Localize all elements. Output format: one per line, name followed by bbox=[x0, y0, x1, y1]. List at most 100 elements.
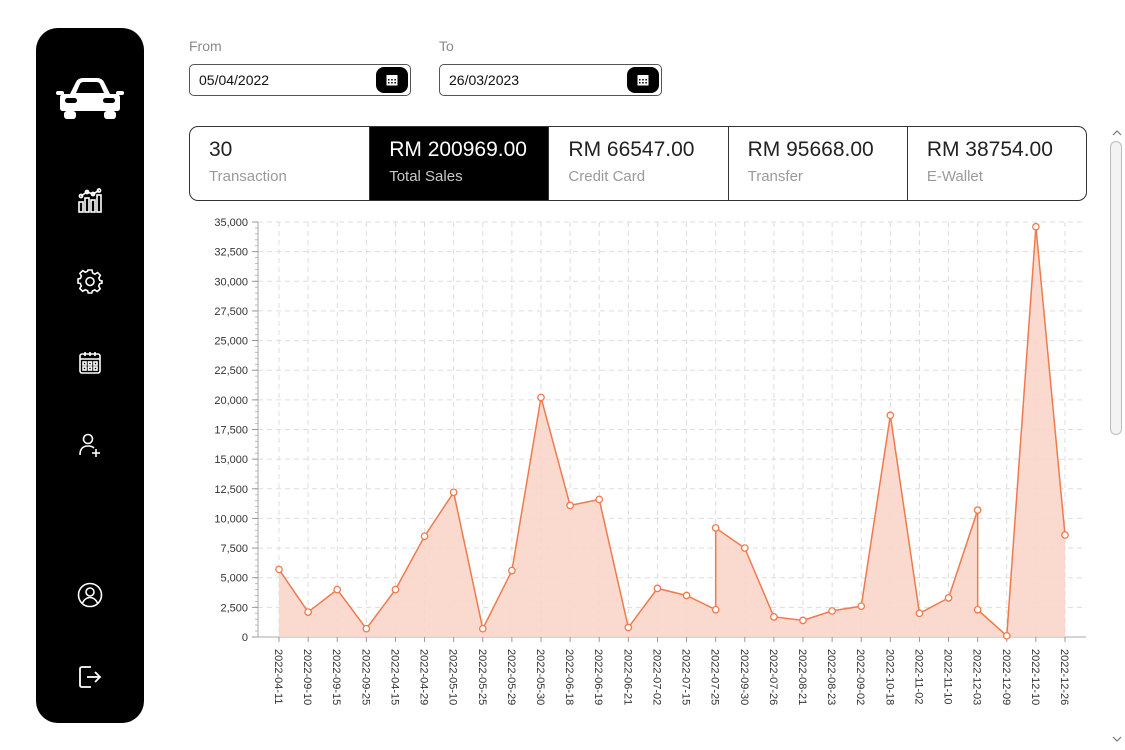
settings-gear-icon[interactable] bbox=[36, 268, 144, 294]
data-point bbox=[944, 594, 953, 602]
scroll-down-arrow-icon[interactable] bbox=[1108, 732, 1125, 746]
to-date-input[interactable] bbox=[449, 72, 619, 88]
data-point bbox=[420, 532, 429, 541]
x-tick-label: 2022-12-26 bbox=[1058, 649, 1070, 705]
scroll-up-arrow-icon[interactable] bbox=[1108, 126, 1125, 140]
x-tick-label: 2022-11-10 bbox=[942, 649, 954, 704]
to-label: To bbox=[439, 38, 454, 54]
car-logo-icon bbox=[36, 74, 144, 120]
logout-icon[interactable] bbox=[36, 664, 144, 690]
x-tick-label: 2022-06-19 bbox=[592, 649, 604, 705]
stat-value: 30 bbox=[209, 138, 233, 161]
x-tick-label: 2022-04-11 bbox=[272, 649, 284, 704]
data-point bbox=[1061, 531, 1069, 539]
stat-label: Transfer bbox=[747, 168, 803, 185]
data-point bbox=[362, 624, 371, 633]
y-tick-label: 30,000 bbox=[214, 276, 248, 288]
data-point bbox=[566, 501, 574, 510]
x-tick-label: 2022-05-25 bbox=[476, 649, 488, 705]
x-tick-label: 2022-12-10 bbox=[1029, 649, 1041, 705]
data-point bbox=[624, 623, 633, 632]
x-tick-label: 2022-07-25 bbox=[709, 649, 721, 705]
calendar-icon bbox=[637, 75, 649, 86]
stat-transaction[interactable]: 30 Transaction bbox=[190, 127, 369, 200]
y-tick-label: 12,500 bbox=[214, 484, 248, 496]
data-point bbox=[682, 591, 691, 600]
data-point bbox=[740, 544, 749, 552]
x-tick-label: 2022-09-02 bbox=[854, 649, 866, 705]
data-point bbox=[973, 605, 982, 614]
x-tick-label: 2022-12-03 bbox=[971, 649, 983, 705]
summary-stats-bar: 30 Transaction RM 200969.00 Total Sales … bbox=[189, 126, 1087, 201]
x-tick-label: 2022-04-29 bbox=[418, 649, 430, 705]
data-point bbox=[770, 612, 778, 621]
y-tick-label: 7,500 bbox=[220, 543, 248, 555]
y-tick-label: 35,000 bbox=[214, 217, 248, 229]
series-area-fill bbox=[279, 226, 1065, 637]
data-point bbox=[799, 616, 807, 625]
y-tick-label: 15,000 bbox=[214, 454, 248, 466]
y-tick-label: 20,000 bbox=[214, 395, 248, 407]
stat-label: E-Wallet bbox=[926, 168, 983, 185]
data-point bbox=[1032, 222, 1040, 231]
data-point bbox=[333, 585, 342, 594]
x-tick-label: 2022-11-02 bbox=[912, 649, 924, 704]
x-tick-label: 2022-06-21 bbox=[621, 649, 633, 705]
data-point bbox=[595, 495, 604, 504]
stat-e-wallet[interactable]: RM 38754.00 E-Wallet bbox=[906, 127, 1086, 200]
stat-label: Credit Card bbox=[568, 168, 646, 185]
from-date-picker-button[interactable] bbox=[376, 67, 408, 93]
data-point bbox=[711, 524, 720, 532]
from-date-field bbox=[189, 64, 411, 96]
x-tick-label: 2022-08-23 bbox=[825, 649, 837, 705]
data-point bbox=[1002, 631, 1011, 640]
calendar-icon[interactable] bbox=[36, 350, 144, 376]
y-tick-label: 0 bbox=[242, 632, 248, 644]
stat-value: RM 38754.00 bbox=[926, 138, 1053, 161]
y-tick-label: 2,500 bbox=[220, 602, 248, 614]
y-tick-label: 22,500 bbox=[214, 365, 248, 377]
stat-total-sales[interactable]: RM 200969.00 Total Sales bbox=[369, 127, 549, 200]
y-tick-label: 10,000 bbox=[214, 513, 248, 525]
y-tick-label: 32,500 bbox=[214, 247, 248, 259]
y-tick-label: 25,000 bbox=[214, 336, 248, 348]
x-tick-label: 2022-05-29 bbox=[505, 649, 517, 705]
data-point bbox=[886, 411, 895, 420]
x-tick-label: 2022-07-26 bbox=[767, 649, 779, 705]
series-line bbox=[278, 226, 1066, 638]
add-user-icon[interactable] bbox=[36, 432, 144, 458]
to-date-picker-button[interactable] bbox=[627, 67, 659, 93]
to-date-field bbox=[439, 64, 662, 96]
x-tick-label: 2022-04-15 bbox=[388, 649, 400, 705]
scrollbar-thumb[interactable] bbox=[1110, 141, 1122, 435]
y-tick-label: 17,500 bbox=[214, 425, 248, 437]
profile-icon[interactable] bbox=[36, 582, 144, 608]
data-point bbox=[653, 584, 662, 593]
from-label: From bbox=[189, 38, 222, 54]
data-point bbox=[275, 565, 283, 574]
x-tick-label: 2022-09-30 bbox=[738, 649, 750, 705]
stat-transfer[interactable]: RM 95668.00 Transfer bbox=[727, 127, 907, 200]
x-tick-label: 2022-05-10 bbox=[447, 649, 459, 705]
data-point bbox=[915, 609, 924, 618]
stat-credit-card[interactable]: RM 66547.00 Credit Card bbox=[548, 127, 727, 200]
data-point bbox=[973, 506, 982, 514]
data-point bbox=[478, 624, 487, 633]
from-date-input[interactable] bbox=[199, 72, 369, 88]
x-tick-label: 2022-08-21 bbox=[796, 649, 808, 705]
x-tick-label: 2022-09-25 bbox=[359, 649, 371, 705]
data-point bbox=[711, 605, 720, 614]
x-tick-label: 2022-10-18 bbox=[883, 649, 895, 705]
x-tick-label: 2022-05-30 bbox=[534, 649, 546, 705]
y-tick-label: 5,000 bbox=[220, 573, 248, 585]
x-tick-label: 2022-12-09 bbox=[1000, 649, 1012, 705]
stat-value: RM 66547.00 bbox=[568, 138, 695, 161]
stat-value: RM 200969.00 bbox=[389, 138, 527, 161]
x-tick-label: 2022-07-15 bbox=[680, 649, 692, 705]
calendar-icon bbox=[386, 75, 398, 86]
data-point bbox=[449, 488, 458, 497]
dashboard-chart-icon[interactable] bbox=[36, 188, 144, 214]
data-point bbox=[537, 393, 545, 402]
vertical-scrollbar[interactable] bbox=[1108, 126, 1125, 750]
x-tick-label: 2022-09-10 bbox=[301, 649, 313, 705]
